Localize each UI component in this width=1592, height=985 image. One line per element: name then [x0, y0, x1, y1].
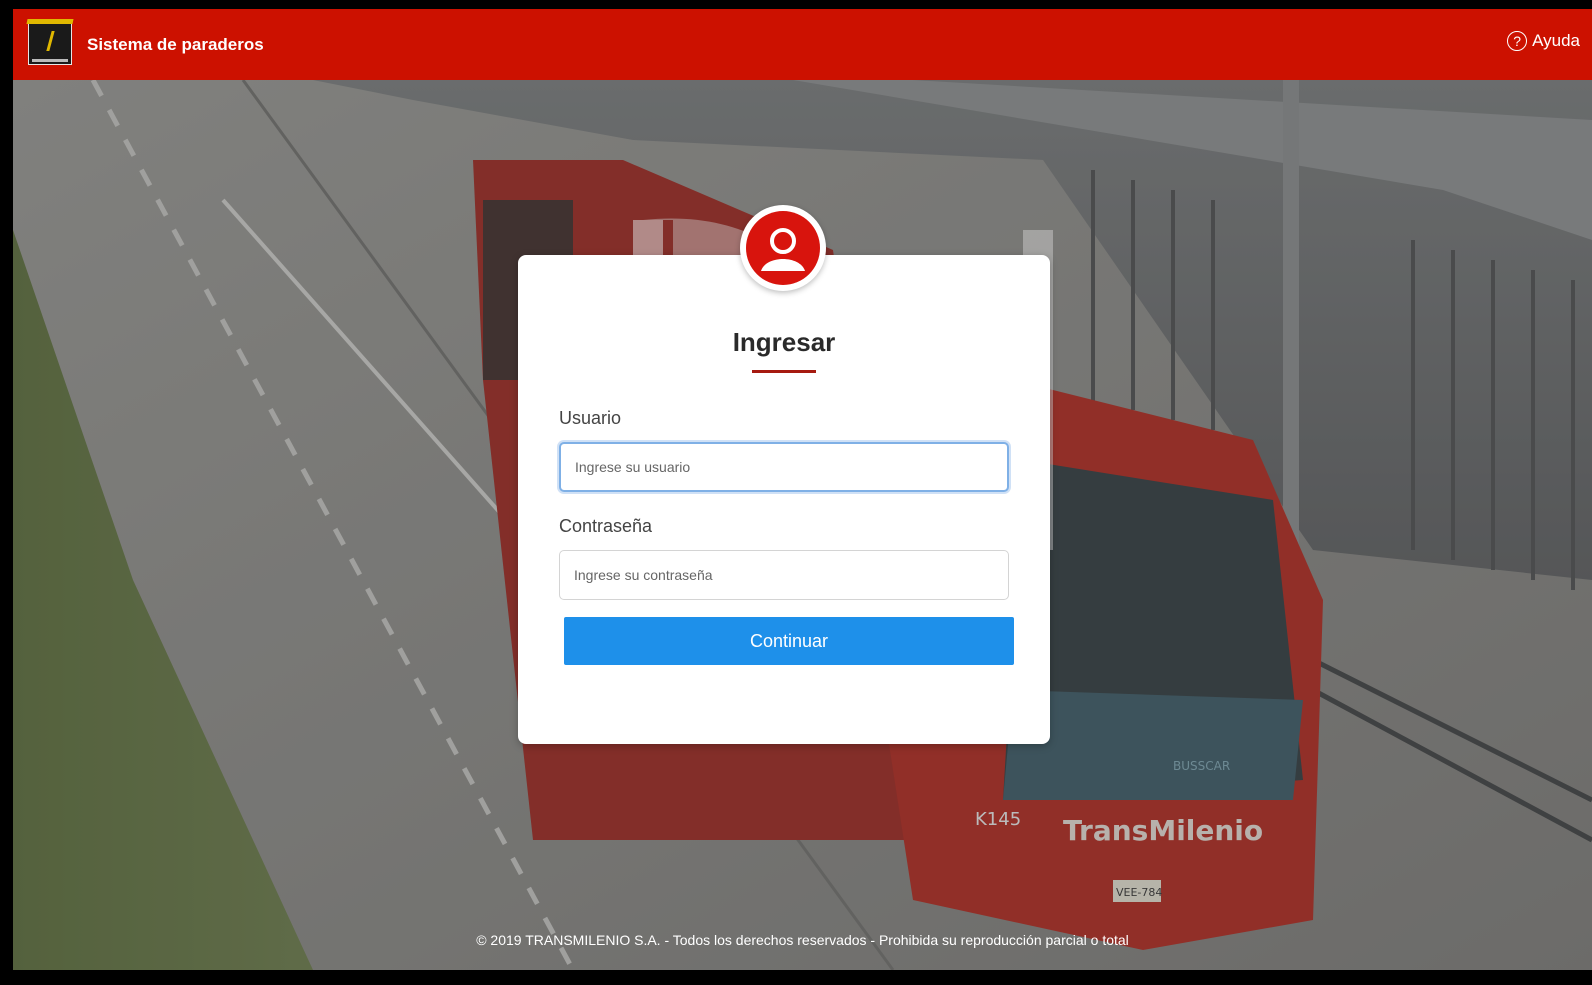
- title-underline: [752, 370, 816, 373]
- username-label: Usuario: [559, 408, 622, 428]
- login-card: Ingresar Usuario Contraseña Continuar: [518, 255, 1050, 744]
- copyright-footer: © 2019 TRANSMILENIO S.A. - Todos los der…: [476, 932, 1129, 948]
- app-title: Sistema de paraderos: [87, 35, 264, 54]
- logo-text-strip: [32, 59, 68, 62]
- app-window: TransMilenio K145 BUSSCAR VEE-784 Sistem…: [13, 9, 1592, 970]
- password-label: Contraseña: [559, 516, 653, 536]
- avatar-circle: [746, 211, 820, 285]
- user-icon: [761, 228, 805, 271]
- help-link[interactable]: ? Ayuda: [1507, 31, 1580, 51]
- logo-mark: [46, 31, 55, 51]
- continue-button[interactable]: Continuar: [564, 617, 1014, 665]
- question-circle-icon: ?: [1507, 31, 1528, 51]
- login-title: Ingresar: [732, 327, 836, 357]
- username-input[interactable]: [559, 442, 1009, 492]
- password-input[interactable]: [559, 550, 1009, 600]
- help-label: Ayuda: [1532, 31, 1580, 50]
- avatar: [740, 205, 826, 291]
- logo-roof: [26, 19, 74, 24]
- transmilenio-logo[interactable]: [26, 19, 74, 65]
- header-bar: Sistema de paraderos ? Ayuda: [13, 9, 1592, 80]
